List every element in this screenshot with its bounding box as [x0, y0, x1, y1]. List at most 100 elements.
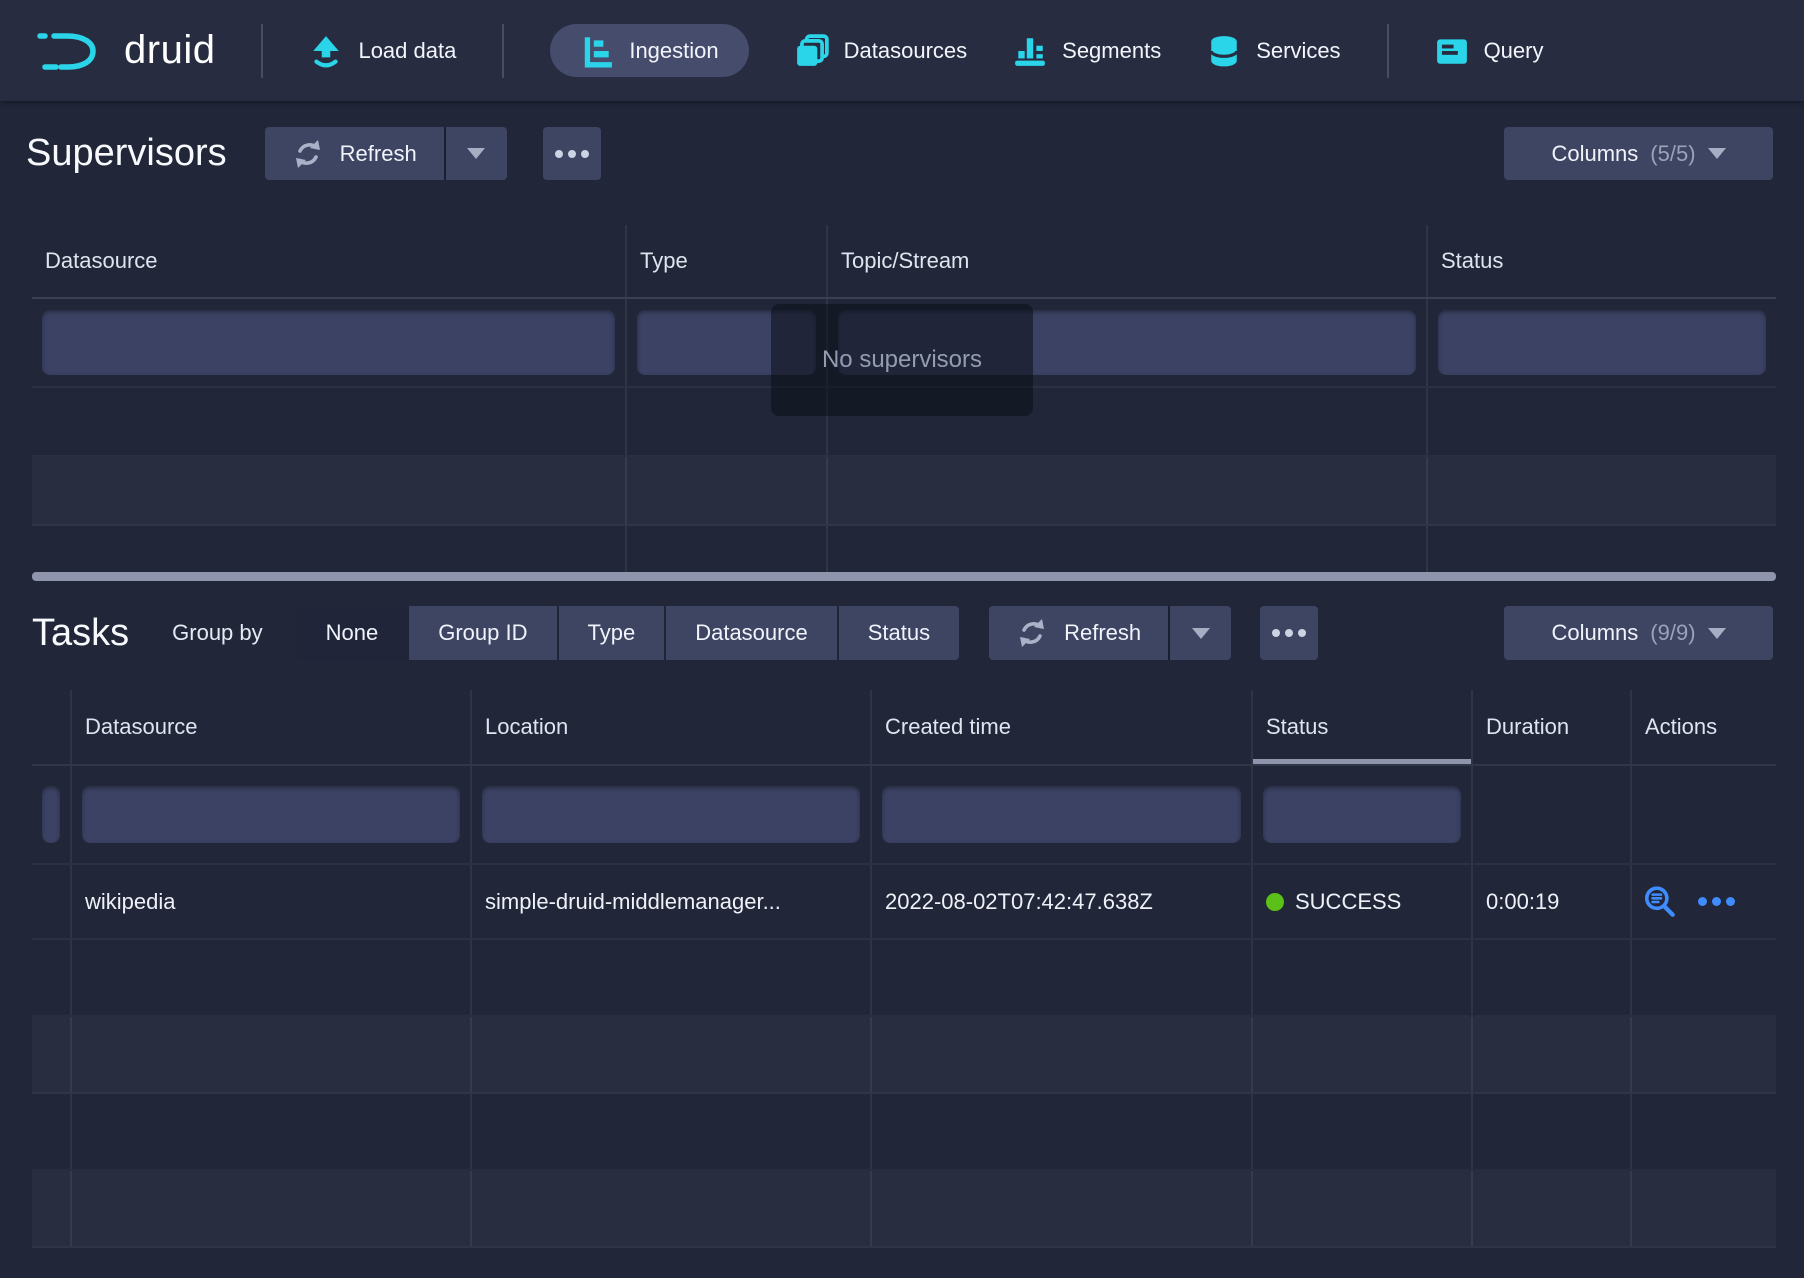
services-icon: [1207, 34, 1241, 68]
nav-divider: [261, 24, 263, 78]
task-id-cell-clipped: [32, 865, 72, 938]
columns-label: Columns: [1551, 141, 1638, 167]
chevron-down-icon: [1192, 628, 1210, 639]
group-by-group-id-button[interactable]: Group ID: [407, 606, 556, 660]
supervisors-refresh-split: Refresh: [265, 127, 507, 180]
tasks-refresh-split: Refresh: [989, 606, 1231, 660]
column-header-clipped[interactable]: [32, 690, 72, 764]
nav-item-datasources[interactable]: Datasources: [795, 34, 968, 68]
supervisors-title: Supervisors: [26, 132, 227, 175]
empty-row: [32, 940, 1776, 1017]
filter-cell: [828, 299, 1428, 386]
tasks-columns-button[interactable]: Columns (9/9): [1504, 606, 1773, 660]
brand-wordmark: druid: [124, 28, 215, 73]
status-filter-input[interactable]: [1438, 310, 1766, 375]
supervisors-columns-button[interactable]: Columns (5/5): [1504, 127, 1773, 180]
column-header-created-time[interactable]: Created time: [872, 690, 1253, 764]
filter-cell: [32, 766, 72, 863]
filter-cell: [1473, 766, 1632, 863]
column-header-actions[interactable]: Actions: [1632, 690, 1776, 764]
refresh-button[interactable]: Refresh: [989, 606, 1168, 660]
supervisors-body: [32, 388, 1776, 579]
column-header-duration[interactable]: Duration: [1473, 690, 1632, 764]
nav-label: Query: [1484, 38, 1544, 64]
nav-label: Segments: [1062, 38, 1161, 64]
success-status-dot: [1266, 893, 1284, 911]
ellipsis-icon: [1698, 897, 1707, 906]
column-header-datasource[interactable]: Datasource: [72, 690, 472, 764]
chevron-down-icon: [1708, 148, 1726, 159]
supervisors-more-button[interactable]: [543, 127, 601, 180]
nav-label: Load data: [358, 38, 456, 64]
columns-count: (5/5): [1650, 141, 1695, 167]
duration-cell: 0:00:19: [1473, 865, 1632, 938]
status-text: SUCCESS: [1295, 889, 1401, 915]
group-by-button-group: None Group ID Type Datasource Status: [297, 606, 959, 660]
columns-count: (9/9): [1650, 620, 1695, 646]
nav-item-segments[interactable]: Segments: [1013, 34, 1161, 68]
tasks-table: Datasource Location Created time Status …: [32, 690, 1776, 1248]
refresh-icon: [292, 138, 324, 170]
refresh-interval-button[interactable]: [1168, 606, 1231, 660]
datasource-filter-input[interactable]: [42, 310, 615, 375]
druid-console: druid Load data Ingestion: [0, 0, 1804, 1278]
task-row-wikipedia[interactable]: wikipedia simple-druid-middlemanager... …: [32, 865, 1776, 940]
ellipsis-icon: [1726, 897, 1735, 906]
datasources-icon: [795, 34, 829, 68]
empty-row: [32, 1017, 1776, 1094]
filter-cell: [1253, 766, 1473, 863]
ellipsis-icon: [1285, 629, 1293, 637]
column-header-location[interactable]: Location: [472, 690, 872, 764]
sort-indicator: [1253, 759, 1471, 764]
supervisors-toolbar: Supervisors Refresh Columns (5/5: [26, 127, 1773, 180]
column-header-type[interactable]: Type: [627, 225, 828, 297]
filter-cell: [472, 766, 872, 863]
empty-row: [32, 388, 1776, 457]
clipped-filter-input[interactable]: [42, 786, 60, 843]
supervisors-table: Datasource Type Topic/Stream Status No s…: [32, 225, 1776, 581]
nav-item-load-data[interactable]: Load data: [309, 34, 456, 68]
empty-row: [32, 457, 1776, 526]
column-header-status-sorted[interactable]: Status: [1253, 690, 1473, 764]
type-filter-input[interactable]: [637, 310, 816, 375]
tasks-header-row: Datasource Location Created time Status …: [32, 690, 1776, 766]
group-by-none-button[interactable]: None: [297, 606, 408, 660]
group-by-status-button[interactable]: Status: [837, 606, 959, 660]
column-header-status[interactable]: Status: [1428, 225, 1776, 297]
refresh-button[interactable]: Refresh: [265, 127, 444, 180]
datasource-filter-input[interactable]: [82, 786, 460, 843]
chevron-down-icon: [1708, 628, 1726, 639]
nav-item-services[interactable]: Services: [1207, 34, 1340, 68]
filter-cell: [1632, 766, 1776, 863]
tasks-more-button[interactable]: [1260, 606, 1318, 660]
ellipsis-icon: [1272, 629, 1280, 637]
filter-cell: [1428, 299, 1776, 386]
chevron-down-icon: [467, 148, 485, 159]
nav-item-query[interactable]: Query: [1435, 34, 1544, 68]
location-filter-input[interactable]: [482, 786, 860, 843]
nav-label: Services: [1256, 38, 1340, 64]
tasks-filter-row: [32, 766, 1776, 865]
empty-row: [32, 1094, 1776, 1171]
empty-row: [32, 1171, 1776, 1248]
nav-item-ingestion-active[interactable]: Ingestion: [550, 24, 748, 77]
druid-logo[interactable]: druid: [36, 25, 215, 77]
ellipsis-icon: [568, 150, 576, 158]
druid-logo-icon: [36, 25, 108, 77]
ellipsis-icon: [581, 150, 589, 158]
group-by-type-button[interactable]: Type: [557, 606, 665, 660]
refresh-label: Refresh: [1064, 620, 1141, 646]
created-time-filter-input[interactable]: [882, 786, 1241, 843]
ingestion-icon: [580, 34, 614, 68]
actions-cell: [1632, 865, 1776, 938]
column-header-topic-stream[interactable]: Topic/Stream: [828, 225, 1428, 297]
view-task-details-button[interactable]: [1642, 884, 1678, 920]
datasource-cell: wikipedia: [72, 865, 472, 938]
horizontal-scrollbar[interactable]: [32, 572, 1776, 581]
group-by-datasource-button[interactable]: Datasource: [664, 606, 837, 660]
column-header-datasource[interactable]: Datasource: [32, 225, 627, 297]
refresh-interval-button[interactable]: [444, 127, 507, 180]
task-actions-more-button[interactable]: [1698, 897, 1735, 906]
status-filter-input[interactable]: [1263, 786, 1461, 843]
topic-stream-filter-input[interactable]: [838, 310, 1416, 375]
